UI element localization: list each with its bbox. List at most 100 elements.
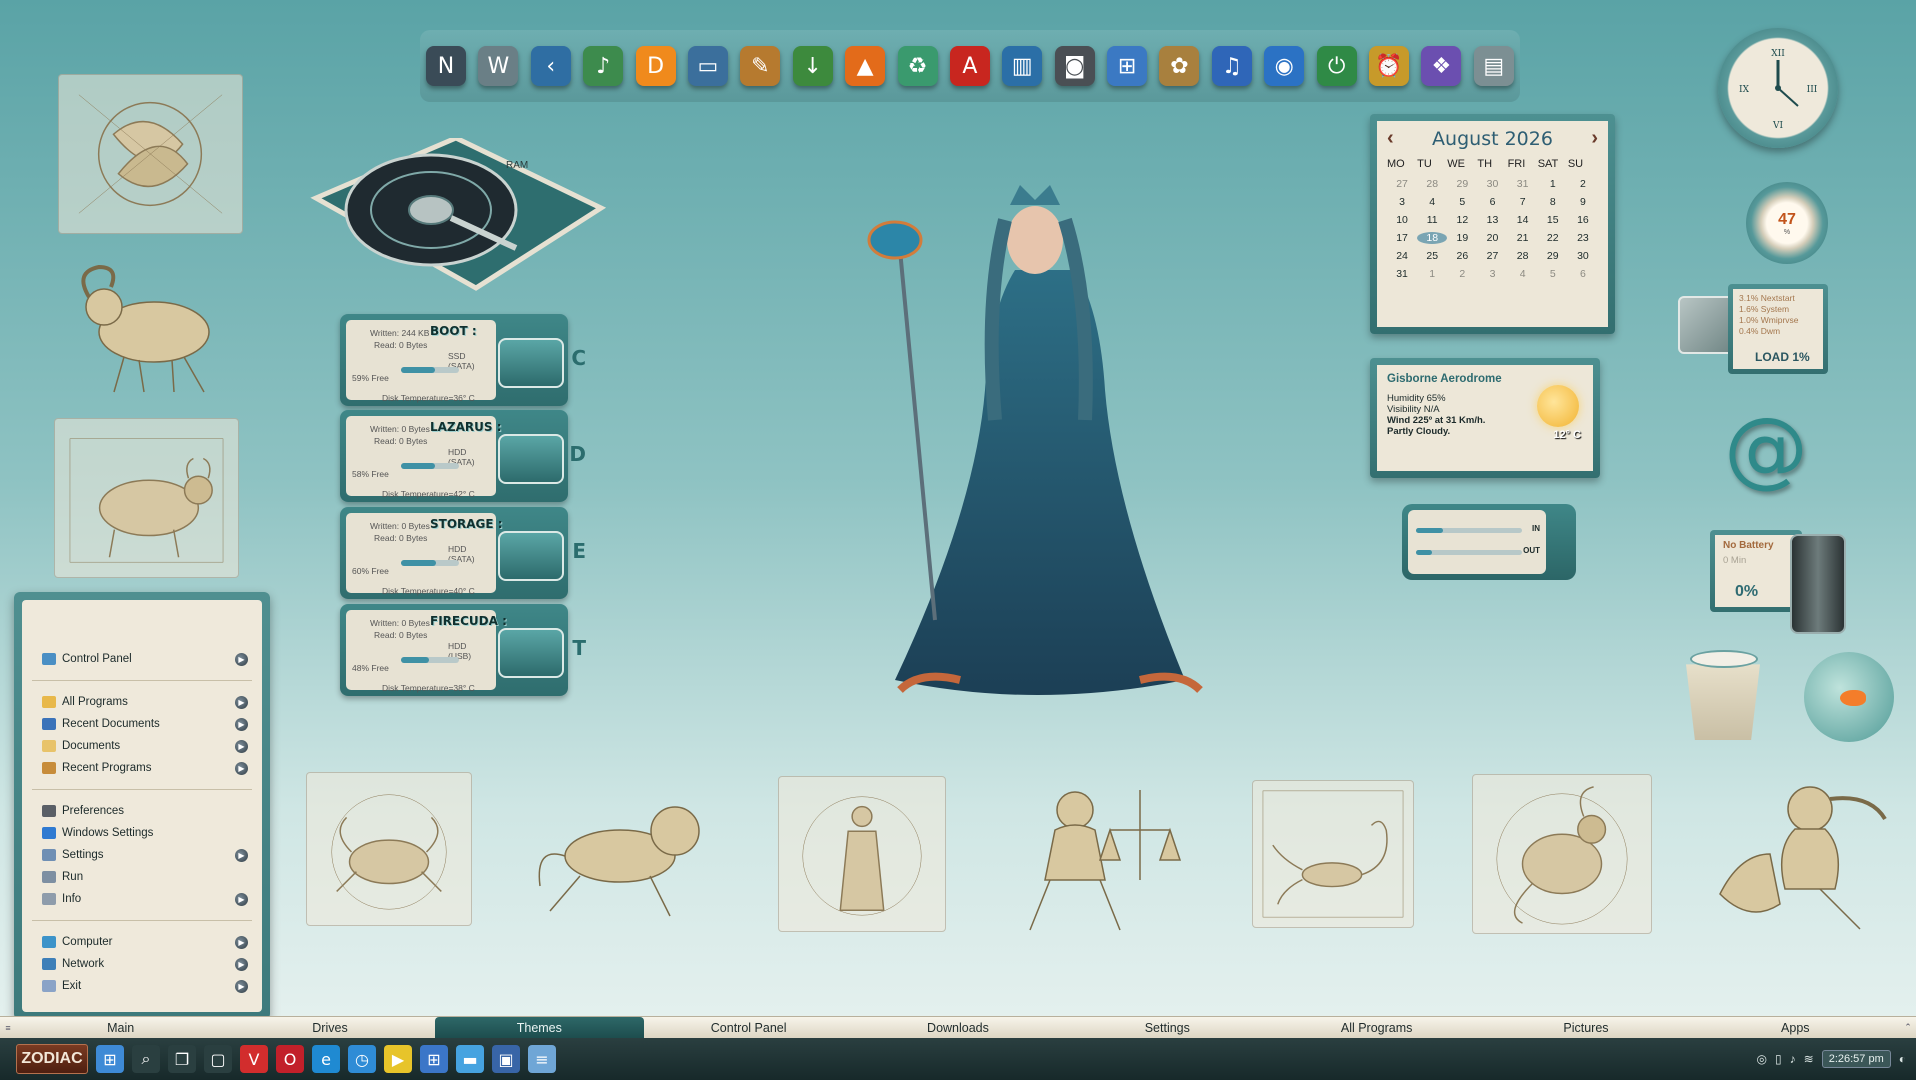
vlc-icon[interactable]: ▲ bbox=[845, 46, 886, 86]
edge-icon[interactable]: e bbox=[312, 1045, 340, 1073]
submenu-arrow-icon[interactable]: ▶ bbox=[235, 892, 248, 906]
drive-panel[interactable]: Written: 0 Bytes Read: 0 Bytes HDD (USB) 48… bbox=[340, 604, 586, 696]
calendar-day[interactable]: 2 bbox=[1568, 178, 1598, 190]
submenu-arrow-icon[interactable]: ▶ bbox=[235, 935, 248, 949]
paint-icon[interactable]: ✎ bbox=[740, 46, 781, 86]
drive-panel[interactable]: Written: 0 Bytes Read: 0 Bytes HDD (SATA) 5… bbox=[340, 410, 586, 502]
calendar-day[interactable]: 11 bbox=[1417, 214, 1447, 226]
calendar-day[interactable]: 27 bbox=[1477, 250, 1507, 262]
download-icon[interactable]: ↓ bbox=[792, 46, 833, 86]
vivaldi-icon[interactable]: V bbox=[240, 1045, 268, 1073]
back-icon[interactable]: ‹ bbox=[530, 46, 571, 86]
start-menu-item-recent-documents[interactable]: Recent Documents ▶ bbox=[42, 713, 252, 735]
drive-panel[interactable]: Written: 244 KB Read: 0 Bytes SSD (SATA) 59… bbox=[340, 314, 586, 406]
tray-volume-icon[interactable]: ♪ bbox=[1790, 1052, 1796, 1066]
submenu-arrow-icon[interactable]: ▶ bbox=[235, 695, 248, 709]
tab-apps[interactable]: Apps bbox=[1691, 1017, 1900, 1038]
library-icon[interactable]: ▥ bbox=[1002, 46, 1043, 86]
winamp-icon[interactable]: ♪ bbox=[583, 46, 624, 86]
calendar-day[interactable]: 4 bbox=[1417, 196, 1447, 208]
tab-downloads[interactable]: Downloads bbox=[853, 1017, 1062, 1038]
calendar-day[interactable]: 31 bbox=[1387, 268, 1417, 280]
windows-icon[interactable]: ⊞ bbox=[1107, 46, 1148, 86]
nexus-icon[interactable]: N bbox=[426, 46, 466, 86]
start-menu-item-network[interactable]: Network ▶ bbox=[42, 953, 252, 975]
calendar-prev-button[interactable]: ‹ bbox=[1387, 127, 1394, 150]
palette-icon[interactable]: ✿ bbox=[1159, 46, 1200, 86]
gallery-icon[interactable]: ❖ bbox=[1421, 46, 1462, 86]
calendar-day[interactable]: 1 bbox=[1538, 178, 1568, 190]
explorer-icon[interactable]: ▬ bbox=[456, 1045, 484, 1073]
show-desktop-icon[interactable]: ◐ bbox=[1899, 1052, 1906, 1066]
calendar-day[interactable]: 10 bbox=[1387, 214, 1417, 226]
tab-all-programs[interactable]: All Programs bbox=[1272, 1017, 1481, 1038]
submenu-arrow-icon[interactable]: ▶ bbox=[235, 979, 248, 993]
tab-pictures[interactable]: Pictures bbox=[1481, 1017, 1690, 1038]
calendar-day[interactable]: 23 bbox=[1568, 232, 1598, 244]
submenu-arrow-icon[interactable]: ▶ bbox=[235, 761, 248, 775]
calendar-day[interactable]: 6 bbox=[1568, 268, 1598, 280]
calendar-day[interactable]: 9 bbox=[1568, 196, 1598, 208]
calendar-day[interactable]: 5 bbox=[1447, 196, 1477, 208]
recycle-web-icon[interactable]: ♻ bbox=[897, 46, 938, 86]
tray-network-icon[interactable]: ◎ bbox=[1757, 1052, 1767, 1066]
calendar-today[interactable]: 18 bbox=[1417, 232, 1448, 244]
calendar-day[interactable]: 25 bbox=[1417, 250, 1447, 262]
calendar-day[interactable]: 28 bbox=[1417, 178, 1447, 190]
volume-icon[interactable]: ◉ bbox=[1264, 46, 1305, 86]
calendar-day[interactable]: 21 bbox=[1508, 232, 1538, 244]
calendar-next-button[interactable]: › bbox=[1591, 127, 1598, 150]
alarm-clock-icon[interactable]: ⏰ bbox=[1369, 46, 1410, 86]
music-note-icon[interactable]: ♫ bbox=[1211, 46, 1252, 86]
tray-wifi-icon[interactable]: ≋ bbox=[1804, 1052, 1814, 1066]
calendar-day[interactable]: 14 bbox=[1508, 214, 1538, 226]
calendar-day[interactable]: 29 bbox=[1447, 178, 1477, 190]
calendar-day[interactable]: 20 bbox=[1477, 232, 1507, 244]
calendar-day[interactable]: 3 bbox=[1477, 268, 1507, 280]
windows-start-icon[interactable]: ⊞ bbox=[96, 1045, 124, 1073]
start-menu-item-info[interactable]: Info ▶ bbox=[42, 888, 252, 910]
remote-desktop-icon[interactable]: ▣ bbox=[492, 1045, 520, 1073]
tray-battery-icon[interactable]: ▯ bbox=[1775, 1052, 1782, 1066]
potplayer-icon[interactable]: D bbox=[635, 46, 676, 86]
tab-drives[interactable]: Drives bbox=[225, 1017, 434, 1038]
calendar-day[interactable]: 7 bbox=[1508, 196, 1538, 208]
calendar-day[interactable]: 1 bbox=[1417, 268, 1447, 280]
submenu-arrow-icon[interactable]: ▶ bbox=[235, 848, 248, 862]
start-menu-item-recent-programs[interactable]: Recent Programs ▶ bbox=[42, 757, 252, 779]
calendar-day[interactable]: 8 bbox=[1538, 196, 1568, 208]
calendar-day[interactable]: 6 bbox=[1477, 196, 1507, 208]
start-menu-item-control-panel[interactable]: Control Panel ▶ bbox=[42, 648, 252, 670]
tab-settings[interactable]: Settings bbox=[1063, 1017, 1272, 1038]
calendar-day[interactable]: 12 bbox=[1447, 214, 1477, 226]
drive-monitor-icon[interactable]: ▤ bbox=[1473, 46, 1514, 86]
task-view-icon[interactable]: ❐ bbox=[168, 1045, 196, 1073]
start-menu-item-windows-settings[interactable]: Windows Settings bbox=[42, 822, 252, 844]
start-button[interactable]: ZODIAC bbox=[16, 1044, 88, 1074]
calendar-day[interactable]: 3 bbox=[1387, 196, 1417, 208]
opera-icon[interactable]: O bbox=[276, 1045, 304, 1073]
calendar-day[interactable]: 30 bbox=[1477, 178, 1507, 190]
submenu-arrow-icon[interactable]: ▶ bbox=[235, 957, 248, 971]
player-icon[interactable]: ▶ bbox=[384, 1045, 412, 1073]
calendar-day[interactable]: 2 bbox=[1447, 268, 1477, 280]
winstep-icon[interactable]: W bbox=[478, 46, 519, 86]
calendar-day[interactable]: 24 bbox=[1387, 250, 1417, 262]
start-menu-item-all-programs[interactable]: All Programs ▶ bbox=[42, 691, 252, 713]
start-menu-item-exit[interactable]: Exit ▶ bbox=[42, 975, 252, 997]
submenu-arrow-icon[interactable]: ▶ bbox=[235, 717, 248, 731]
calendar-day[interactable]: 15 bbox=[1538, 214, 1568, 226]
submenu-arrow-icon[interactable]: ▶ bbox=[235, 739, 248, 753]
drive-panel[interactable]: Written: 0 Bytes Read: 0 Bytes HDD (SATA) 6… bbox=[340, 507, 586, 599]
tab-main[interactable]: Main bbox=[16, 1017, 225, 1038]
tab-control-panel[interactable]: Control Panel bbox=[644, 1017, 853, 1038]
calendar-day[interactable]: 31 bbox=[1508, 178, 1538, 190]
calendar-day[interactable]: 22 bbox=[1538, 232, 1568, 244]
tab-themes[interactable]: Themes bbox=[434, 1017, 644, 1038]
tabbar-left-scroll[interactable]: ≡ bbox=[0, 1017, 16, 1038]
power-icon[interactable]: ⏻ bbox=[1316, 46, 1357, 86]
monitor-icon[interactable]: ▭ bbox=[687, 46, 728, 86]
submenu-arrow-icon[interactable]: ▶ bbox=[235, 652, 248, 666]
camera-icon[interactable]: ◙ bbox=[1054, 46, 1095, 86]
chat-icon[interactable]: ▢ bbox=[204, 1045, 232, 1073]
